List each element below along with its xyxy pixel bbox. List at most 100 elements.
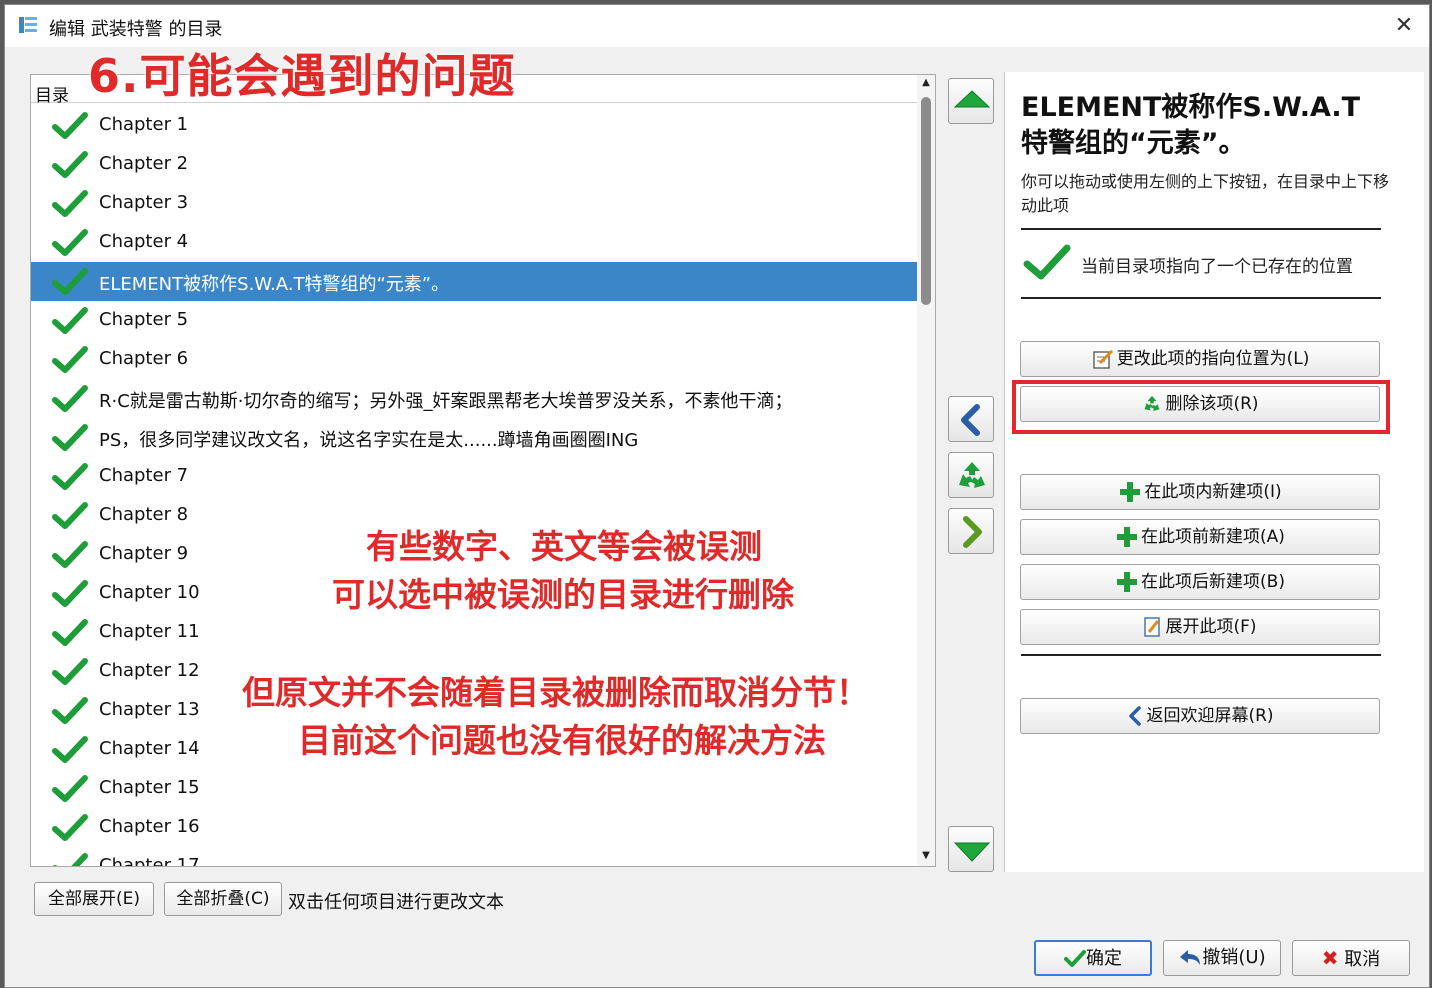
toc-row-label: Chapter 13 — [99, 699, 200, 720]
toc-row[interactable]: Chapter 3 — [31, 184, 917, 223]
toc-row[interactable]: Chapter 11 — [31, 613, 917, 652]
divider — [1021, 297, 1381, 299]
toc-row[interactable]: Chapter 15 — [31, 769, 917, 808]
plus-icon — [1120, 482, 1141, 502]
move-right-button[interactable] — [948, 508, 994, 554]
check-icon — [52, 385, 88, 412]
cancel-button[interactable]: ✖ 取消 — [1292, 940, 1410, 976]
check-icon — [52, 229, 88, 256]
delete-item-label: 删除该项(R) — [1165, 394, 1259, 414]
toc-row[interactable]: Chapter 7 — [31, 457, 917, 496]
check-icon — [52, 346, 88, 373]
toc-row-label: Chapter 6 — [99, 348, 189, 369]
check-icon — [52, 502, 88, 529]
toc-row[interactable]: Chapter 2 — [31, 145, 917, 184]
delete-recycle-button[interactable] — [948, 452, 994, 498]
toc-row[interactable]: R·C就是雷古勒斯·切尔奇的缩写；另外强_奸案跟黑帮老大埃普罗没关系，不素他干滴… — [31, 379, 917, 418]
scroll-up-arrow-icon[interactable]: ▲ — [917, 77, 935, 91]
check-icon — [52, 307, 88, 334]
check-icon — [52, 541, 88, 568]
chevron-left-icon — [1129, 706, 1142, 726]
new-item-before-button[interactable]: 在此项前新建项(A) — [1020, 519, 1380, 555]
check-icon — [52, 268, 88, 295]
toc-row-label: Chapter 8 — [99, 504, 189, 525]
expand-item-label: 展开此项(F) — [1165, 617, 1257, 637]
annotation-line-1: 有些数字、英文等会被误测 — [366, 527, 762, 566]
check-icon — [1023, 244, 1071, 280]
close-icon[interactable]: ✕ — [1389, 11, 1419, 41]
toc-row[interactable]: Chapter 5 — [31, 301, 917, 340]
scroll-thumb[interactable] — [921, 97, 931, 305]
check-icon — [52, 112, 88, 139]
toc-row-selected[interactable]: ELEMENT被称作S.W.A.T特警组的“元素”。 — [31, 262, 917, 301]
change-location-button[interactable]: 更改此项的指向位置为(L) — [1020, 341, 1380, 377]
toc-row[interactable]: Chapter 4 — [31, 223, 917, 262]
ok-label: 确定 — [1086, 948, 1122, 969]
check-icon — [52, 775, 88, 802]
scroll-down-arrow-icon[interactable]: ▼ — [917, 850, 935, 864]
change-location-label: 更改此项的指向位置为(L) — [1116, 349, 1310, 369]
window-title: 编辑 武装特警 的目录 — [49, 19, 223, 40]
toc-row-label: Chapter 3 — [99, 192, 189, 213]
divider — [1021, 654, 1381, 656]
move-down-button[interactable] — [948, 826, 994, 872]
new-item-after-button[interactable]: 在此项后新建项(B) — [1020, 564, 1380, 600]
toc-row[interactable]: Chapter 16 — [31, 808, 917, 847]
check-icon — [52, 697, 88, 724]
annotation-heading: 6.可能会遇到的问题 — [88, 49, 516, 103]
toc-row[interactable]: Chapter 1 — [31, 106, 917, 145]
move-left-button[interactable] — [948, 396, 994, 442]
plus-icon — [1117, 572, 1138, 592]
toc-row-label: Chapter 17 — [99, 855, 200, 867]
divider — [1021, 228, 1381, 230]
edit-note-icon — [1093, 349, 1113, 369]
document-edit-icon — [1144, 617, 1161, 637]
ok-button[interactable]: 确定 — [1034, 940, 1152, 976]
app-icon — [19, 17, 37, 33]
undo-button[interactable]: 撤销(U) — [1163, 940, 1281, 976]
toc-row-label: Chapter 9 — [99, 543, 189, 564]
check-icon — [52, 151, 88, 178]
back-to-welcome-button[interactable]: 返回欢迎屏幕(R) — [1020, 698, 1380, 734]
toc-header-label: 目录 — [35, 86, 69, 106]
check-icon — [52, 463, 88, 490]
toc-row[interactable]: Chapter 6 — [31, 340, 917, 379]
toc-row-label: Chapter 2 — [99, 153, 189, 174]
expand-item-button[interactable]: 展开此项(F) — [1020, 609, 1380, 645]
collapse-all-button[interactable]: 全部折叠(C) — [164, 882, 282, 916]
toc-row-label: Chapter 10 — [99, 582, 200, 603]
triangle-down-icon — [953, 842, 991, 862]
cancel-label: 取消 — [1344, 949, 1381, 970]
undo-arrow-icon — [1180, 950, 1201, 965]
toc-row-label: Chapter 16 — [99, 816, 200, 837]
check-icon — [52, 424, 88, 451]
new-item-before-label: 在此项前新建项(A) — [1141, 527, 1285, 547]
toc-row-label: Chapter 15 — [99, 777, 200, 798]
back-to-welcome-label: 返回欢迎屏幕(R) — [1146, 706, 1274, 726]
new-item-after-label: 在此项后新建项(B) — [1141, 572, 1285, 592]
check-icon — [52, 736, 88, 763]
toc-row-label: R·C就是雷古勒斯·切尔奇的缩写；另外强_奸案跟黑帮老大埃普罗没关系，不素他干滴… — [99, 391, 793, 412]
details-panel: ELEMENT被称作S.W.A.T特警组的“元素”。 你可以拖动或使用左侧的上下… — [1004, 72, 1424, 872]
toc-row-label: Chapter 1 — [99, 114, 189, 135]
toc-row[interactable]: PS，很多同学建议改文名，说这名字实在是太......蹲墙角画圈圈ING — [31, 418, 917, 457]
delete-item-button[interactable]: 删除该项(R) — [1020, 386, 1380, 422]
toc-row[interactable]: Chapter 17 — [31, 847, 917, 867]
annotation-line-2: 可以选中被误测的目录进行删除 — [332, 575, 794, 614]
toc-scrollbar[interactable]: ▲ ▼ — [917, 75, 935, 866]
new-child-item-button[interactable]: 在此项内新建项(I) — [1020, 474, 1380, 510]
recycle-icon — [1144, 395, 1160, 411]
check-icon — [52, 580, 88, 607]
move-up-button[interactable] — [948, 78, 994, 124]
expand-all-button[interactable]: 全部展开(E) — [34, 882, 154, 916]
toc-row-label: Chapter 11 — [99, 621, 200, 642]
new-child-item-label: 在此项内新建项(I) — [1144, 482, 1282, 502]
check-icon — [52, 658, 88, 685]
check-icon — [52, 190, 88, 217]
edit-hint-text: 双击任何项目进行更改文本 — [288, 892, 504, 913]
check-icon — [1064, 950, 1086, 967]
toc-row-label: Chapter 12 — [99, 660, 200, 681]
toc-row-label: ELEMENT被称作S.W.A.T特警组的“元素”。 — [99, 274, 450, 295]
cancel-x-icon: ✖ — [1321, 946, 1339, 970]
plus-icon — [1117, 527, 1138, 547]
